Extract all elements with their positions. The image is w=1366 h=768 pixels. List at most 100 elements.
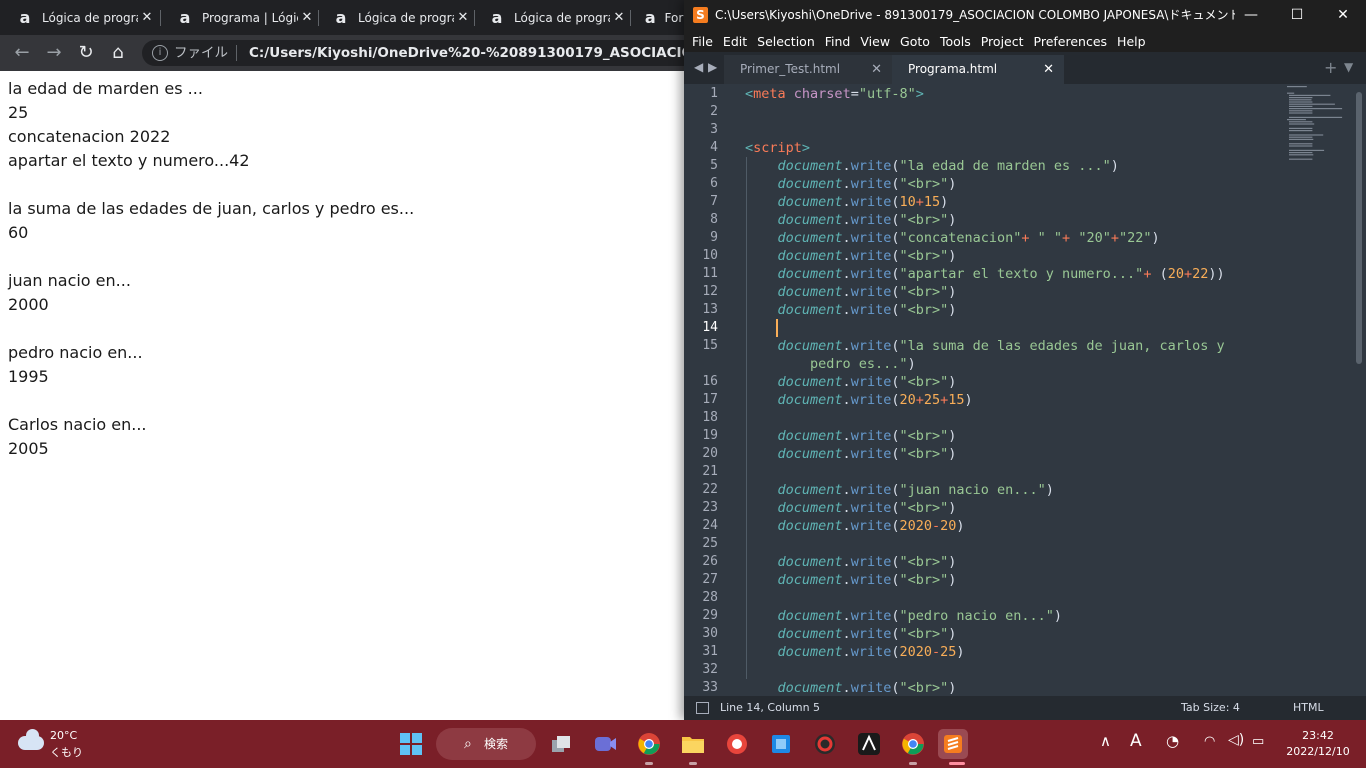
input-method-icon[interactable]: ◔ <box>1166 732 1179 750</box>
maximize-icon[interactable]: ☐ <box>1274 0 1320 31</box>
code-line: <script> <box>745 139 810 157</box>
wifi-icon[interactable]: ◠ <box>1204 734 1215 749</box>
code-token: "<br>" <box>899 554 949 570</box>
close-tab-icon[interactable]: ✕ <box>1043 55 1054 84</box>
menu-selection[interactable]: Selection <box>749 32 815 51</box>
code-token: "<br>" <box>899 302 949 318</box>
menu-find[interactable]: Find <box>817 32 851 51</box>
window-titlebar[interactable]: S C:\Users\Kiyoshi\OneDrive - 891300179_… <box>684 0 1366 31</box>
line-number: 7 <box>710 194 718 209</box>
minimap-line <box>1289 105 1313 107</box>
task-view-icon[interactable] <box>546 729 576 759</box>
taskbar-clock[interactable]: 23:42 2022/12/10 <box>1282 728 1354 760</box>
weather-widget[interactable]: 20°C くもり <box>14 727 94 761</box>
close-tab-icon[interactable]: ✕ <box>454 10 472 25</box>
menu-preferences[interactable]: Preferences <box>1026 32 1108 51</box>
reload-icon[interactable]: ↻ <box>74 41 98 65</box>
menu-view[interactable]: View <box>852 32 890 51</box>
code-token: + <box>1143 266 1160 282</box>
sublime-taskbar-icon[interactable] <box>938 729 968 759</box>
menu-project[interactable]: Project <box>973 32 1024 51</box>
browser-tab-5[interactable]: a For <box>628 0 684 35</box>
code-token: " " <box>1037 230 1063 246</box>
chrome-profile-icon[interactable] <box>898 729 928 759</box>
close-window-icon[interactable]: ✕ <box>1320 0 1366 31</box>
ime-indicator[interactable]: A <box>1130 731 1142 751</box>
code-token: . <box>842 428 851 444</box>
tray-chevron-icon[interactable]: ∧ <box>1100 732 1111 750</box>
battery-icon[interactable]: ▭ <box>1252 734 1264 749</box>
browser-tab-1[interactable]: a Lógica de programa ✕ <box>0 0 160 35</box>
code-token: . <box>842 158 851 174</box>
menu-edit[interactable]: Edit <box>715 32 747 51</box>
favicon-icon: a <box>491 8 503 27</box>
editor-tab-primer-test[interactable]: Primer_Test.html ✕ <box>724 55 892 84</box>
minimap[interactable] <box>1286 84 1354 174</box>
start-button[interactable] <box>396 729 426 759</box>
menu-tools[interactable]: Tools <box>932 32 971 51</box>
app-icon-red[interactable] <box>722 729 752 759</box>
close-tab-icon[interactable]: ✕ <box>298 10 316 25</box>
line-number: 18 <box>702 410 718 425</box>
minimap-line <box>1289 97 1313 99</box>
code-token: document <box>777 554 843 570</box>
code-token: write <box>850 158 892 174</box>
tab-scroll-right-icon[interactable]: ▶ <box>708 60 717 74</box>
text-cursor <box>776 319 778 337</box>
address-bar[interactable]: i ファイル C:/Users/Kiyoshi/OneDrive%20-%20891… <box>142 40 684 66</box>
code-token: document <box>777 428 843 444</box>
panel-toggle-icon[interactable] <box>696 702 709 714</box>
file-explorer-icon[interactable] <box>678 729 708 759</box>
editor-tab-programa[interactable]: Programa.html ✕ <box>892 55 1064 84</box>
browser-tab-3[interactable]: a Lógica de programa ✕ <box>316 0 472 35</box>
tab-list-chevron-icon[interactable]: ▼ <box>1344 60 1353 74</box>
tab-scroll-left-icon[interactable]: ◀ <box>694 60 703 74</box>
volume-icon[interactable]: ◁) <box>1228 732 1244 748</box>
close-tab-icon[interactable]: ✕ <box>138 10 156 25</box>
code-token: "pedro nacio en..." <box>899 608 1054 624</box>
code-token: . <box>842 230 851 246</box>
new-tab-icon[interactable]: + <box>1324 58 1337 77</box>
line-number: 3 <box>710 122 718 137</box>
taskbar-search-button[interactable]: ⌕ 検索 <box>436 728 536 760</box>
code-token: > <box>801 140 811 156</box>
line-number: 2 <box>710 104 718 119</box>
vertical-scrollbar[interactable] <box>1354 84 1366 696</box>
code-editor[interactable]: 1 2 3 4 5 6 7 8 9 10 11 12 13 14 15 16 17 18 19 20 21 22 23 24 2… <box>684 84 1366 696</box>
close-tab-icon[interactable]: ✕ <box>610 10 628 25</box>
code-token: charset <box>793 86 851 102</box>
minimap-line <box>1289 94 1331 96</box>
browser-tab-2[interactable]: a Programa | Lógica ✕ <box>160 0 316 35</box>
forward-arrow-icon[interactable]: → <box>42 41 66 65</box>
syntax-selector[interactable]: HTML <box>1293 696 1324 720</box>
tab-size-selector[interactable]: Tab Size: 4 <box>1181 696 1240 720</box>
menu-file[interactable]: File <box>684 32 713 51</box>
site-info-icon[interactable]: i <box>152 45 168 61</box>
menu-goto[interactable]: Goto <box>892 32 930 51</box>
home-icon[interactable]: ⌂ <box>106 41 130 65</box>
weather-condition: くもり <box>50 746 83 759</box>
browser-tab-4[interactable]: a Lógica de programa ✕ <box>472 0 628 35</box>
code-token: 10 <box>899 194 916 210</box>
app-icon-gear[interactable] <box>810 729 840 759</box>
close-tab-icon[interactable]: ✕ <box>871 55 882 84</box>
line-number: 21 <box>702 464 718 479</box>
back-arrow-icon[interactable]: ← <box>10 41 34 65</box>
code-token: 20 <box>899 392 916 408</box>
minimize-icon[interactable]: — <box>1228 0 1274 31</box>
acrobat-icon[interactable] <box>854 729 884 759</box>
scrollbar-thumb[interactable] <box>1356 92 1362 364</box>
chrome-icon[interactable] <box>634 729 664 759</box>
line-number: 12 <box>702 284 718 299</box>
editor-tab-label: Primer_Test.html <box>740 62 841 76</box>
app-icon-blue[interactable] <box>766 729 796 759</box>
menu-help[interactable]: Help <box>1109 32 1146 51</box>
code-token: < <box>745 86 754 102</box>
meet-chat-icon[interactable] <box>590 729 620 759</box>
